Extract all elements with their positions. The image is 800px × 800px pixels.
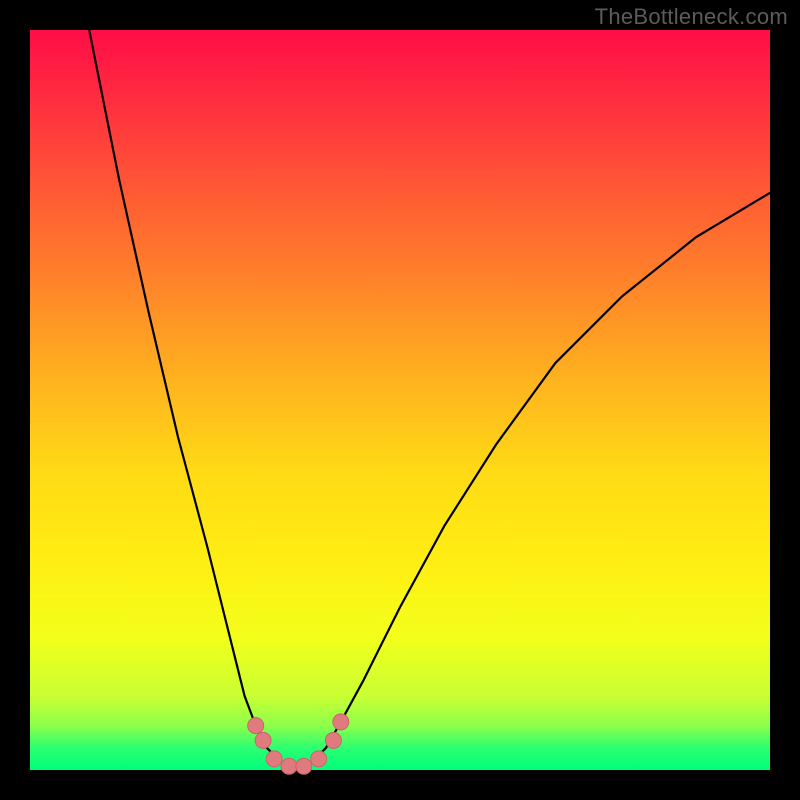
marker-point xyxy=(333,714,349,730)
marker-point xyxy=(325,732,341,748)
marker-point xyxy=(255,732,271,748)
chart-frame: TheBottleneck.com xyxy=(0,0,800,800)
marker-group xyxy=(248,714,349,774)
marker-point xyxy=(281,758,297,774)
watermark-text: TheBottleneck.com xyxy=(595,4,788,30)
marker-point xyxy=(311,751,327,767)
marker-point xyxy=(266,751,282,767)
bottleneck-curve xyxy=(89,30,770,766)
marker-point xyxy=(296,758,312,774)
marker-point xyxy=(248,718,264,734)
plot-overlay xyxy=(30,30,770,770)
